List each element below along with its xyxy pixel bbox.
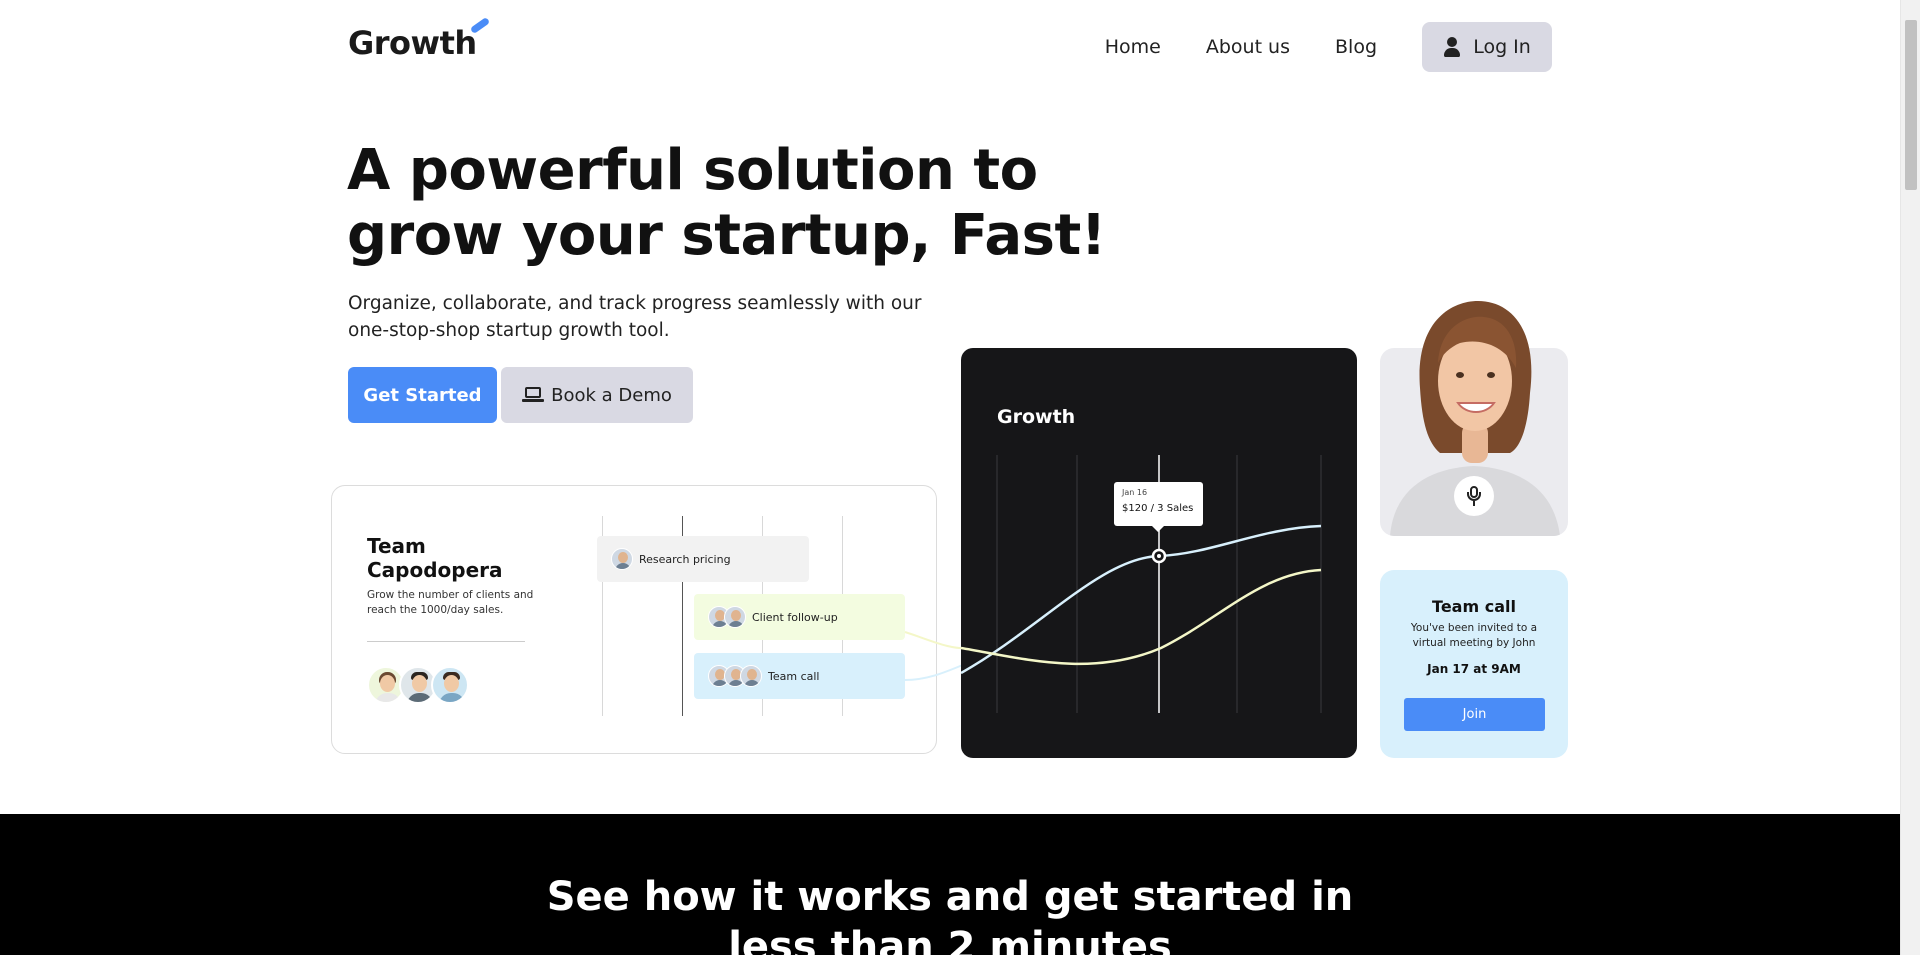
task-client-follow-up[interactable]: Client follow-up: [694, 594, 905, 640]
speaker-card: [1380, 301, 1568, 536]
how-it-works-text: See how it works and get started in less…: [546, 874, 1354, 955]
main-nav: Home About us Blog Log In: [1105, 22, 1552, 72]
task-label: Research pricing: [639, 552, 731, 566]
team-avatars: [367, 666, 487, 706]
chart-tooltip: Jan 16 $120 / 3 Sales: [1114, 482, 1203, 532]
avatar: [724, 606, 746, 628]
microphone-icon: [1467, 486, 1481, 506]
how-it-works-title: See how it works and get started in less…: [0, 872, 1900, 955]
task-label: Team call: [768, 669, 820, 683]
how-it-works-section: See how it works and get started in less…: [0, 814, 1900, 955]
avatar: [431, 666, 469, 704]
avatar: [740, 665, 762, 687]
growth-chart-card: Growth Jan 16 $120 / 3 Sales: [961, 348, 1357, 758]
team-description: Grow the number of clients and reach the…: [367, 589, 534, 616]
user-icon: [1443, 37, 1461, 57]
task-research-pricing[interactable]: Research pricing: [597, 536, 809, 582]
tooltip-date: Jan 16: [1122, 488, 1148, 497]
team-call-card: Team call You've been invited to a virtu…: [1380, 570, 1568, 758]
hero-subtitle: Organize, collaborate, and track progres…: [348, 293, 922, 341]
login-button[interactable]: Log In: [1422, 22, 1552, 72]
scrollbar-thumb[interactable]: [1905, 20, 1917, 190]
nav-about-link[interactable]: About us: [1206, 36, 1290, 58]
call-date: Jan 17 at 9AM: [1427, 662, 1521, 676]
microphone-button[interactable]: [1454, 476, 1494, 516]
laptop-icon: [522, 387, 545, 403]
task-label: Client follow-up: [752, 610, 838, 624]
hero-title: A powerful solution to grow your startup…: [347, 138, 1106, 268]
get-started-button[interactable]: Get Started: [348, 367, 497, 423]
tooltip-value: $120 / 3 Sales: [1122, 503, 1194, 514]
divider: [367, 641, 525, 642]
join-button[interactable]: Join: [1404, 698, 1545, 731]
nav-home-link[interactable]: Home: [1105, 36, 1161, 58]
nav-blog-link[interactable]: Blog: [1335, 36, 1377, 58]
task-team-call[interactable]: Team call: [694, 653, 905, 699]
logo[interactable]: Growth: [348, 24, 477, 62]
page-scrollbar[interactable]: [1900, 0, 1920, 955]
team-card: Team Capodopera Grow the number of clien…: [331, 485, 937, 754]
team-name: Team Capodopera: [367, 534, 503, 582]
call-title: Team call: [1432, 597, 1516, 616]
book-demo-button[interactable]: Book a Demo: [501, 367, 693, 423]
book-demo-label: Book a Demo: [551, 384, 672, 406]
logo-mark-icon: [469, 16, 491, 35]
growth-chart: [961, 455, 1322, 713]
avatar: [611, 548, 633, 570]
call-description: You've been invited to a virtual meeting…: [1410, 622, 1538, 649]
login-label: Log In: [1473, 36, 1531, 58]
